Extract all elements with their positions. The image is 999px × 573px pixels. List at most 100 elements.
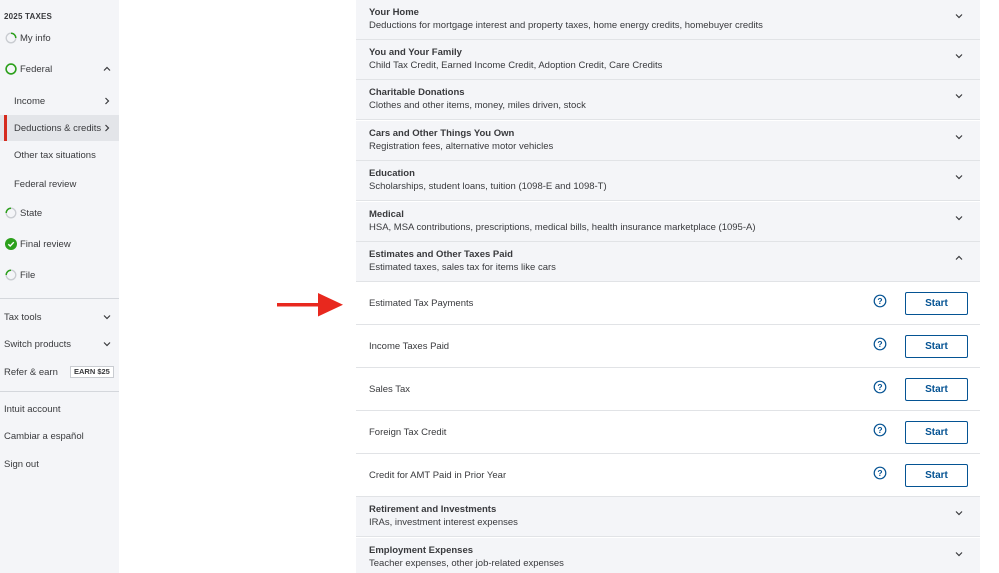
- item-estimated-tax-payments: Estimated Tax Payments ? Start: [356, 282, 980, 325]
- category-title: Charitable Donations: [369, 87, 465, 98]
- category-title: Retirement and Investments: [369, 504, 497, 515]
- chevron-down-icon: [955, 135, 963, 140]
- nav-federal-review-label: Federal review: [14, 178, 77, 190]
- start-button[interactable]: Start: [905, 378, 968, 401]
- nav-state-label: State: [20, 207, 43, 219]
- nav-deductions-credits-label: Deductions & credits: [14, 122, 102, 134]
- item-label: Income Taxes Paid: [369, 341, 450, 352]
- intuit-account-link[interactable]: Intuit account: [4, 404, 61, 415]
- nav-federal-label: Federal: [20, 63, 53, 75]
- chevron-down-icon: [103, 315, 111, 320]
- sidebar: 2025 TAXES My info Federal Income Deduct…: [0, 0, 119, 573]
- nav-tax-tools[interactable]: Tax tools: [0, 304, 119, 330]
- sidebar-divider: [0, 298, 119, 299]
- in-progress-icon: [5, 32, 17, 44]
- arrow-right-icon: [277, 293, 343, 317]
- category-description: Deductions for mortgage interest and pro…: [369, 20, 763, 31]
- chevron-down-icon: [955, 216, 963, 221]
- nav-other-tax-situations[interactable]: Other tax situations: [0, 142, 119, 168]
- question-circle-icon[interactable]: ?: [873, 380, 887, 394]
- language-switch-link[interactable]: Cambiar a español: [4, 431, 84, 442]
- category-title: Estimates and Other Taxes Paid: [369, 249, 513, 260]
- category-education[interactable]: Education Scholarships, student loans, t…: [356, 161, 980, 201]
- category-employment-expenses[interactable]: Employment Expenses Teacher expenses, ot…: [356, 538, 980, 573]
- question-circle-icon[interactable]: ?: [873, 337, 887, 351]
- item-income-taxes-paid: Income Taxes Paid ? Start: [356, 325, 980, 368]
- nav-file-label: File: [20, 269, 36, 281]
- in-progress-icon: [5, 269, 17, 281]
- item-credit-for-amt: Credit for AMT Paid in Prior Year ? Star…: [356, 454, 980, 497]
- category-medical[interactable]: Medical HSA, MSA contributions, prescrip…: [356, 202, 980, 242]
- chevron-down-icon: [955, 94, 963, 99]
- sign-out-link[interactable]: Sign out: [4, 459, 39, 470]
- nav-switch-products-label: Switch products: [4, 338, 72, 350]
- svg-text:?: ?: [877, 296, 882, 306]
- in-progress-icon: [5, 207, 17, 219]
- category-title: Cars and Other Things You Own: [369, 128, 515, 139]
- chevron-up-icon: [955, 255, 963, 260]
- item-label: Estimated Tax Payments: [369, 298, 474, 309]
- question-circle-icon[interactable]: ?: [873, 423, 887, 437]
- category-description: IRAs, investment interest expenses: [369, 517, 518, 528]
- svg-text:?: ?: [877, 468, 882, 478]
- category-you-and-your-family[interactable]: You and Your Family Child Tax Credit, Ea…: [356, 40, 980, 80]
- category-title: Your Home: [369, 7, 419, 18]
- item-label: Credit for AMT Paid in Prior Year: [369, 470, 507, 481]
- chevron-down-icon: [955, 54, 963, 59]
- nav-income[interactable]: Income: [0, 88, 119, 114]
- svg-text:?: ?: [877, 339, 882, 349]
- question-circle-icon[interactable]: ?: [873, 466, 887, 480]
- category-title: Education: [369, 168, 415, 179]
- nav-federal[interactable]: Federal: [0, 56, 119, 82]
- category-description: HSA, MSA contributions, prescriptions, m…: [369, 222, 756, 233]
- chevron-down-icon: [955, 552, 963, 557]
- tax-year-label: 2025 TAXES: [4, 12, 53, 21]
- nav-other-tax-situations-label: Other tax situations: [14, 149, 96, 161]
- item-label: Foreign Tax Credit: [369, 427, 447, 438]
- nav-income-label: Income: [14, 95, 46, 107]
- category-title: Employment Expenses: [369, 545, 474, 556]
- category-description: Teacher expenses, other job-related expe…: [369, 558, 564, 569]
- category-cars-and-other-things[interactable]: Cars and Other Things You Own Registrati…: [356, 121, 980, 161]
- nav-final-review-label: Final review: [20, 238, 71, 250]
- chevron-up-icon: [103, 66, 111, 71]
- category-estimates-and-other-taxes-paid[interactable]: Estimates and Other Taxes Paid Estimated…: [356, 242, 980, 282]
- category-description: Scholarships, student loans, tuition (10…: [369, 181, 607, 192]
- chevron-right-icon: [105, 124, 110, 132]
- nav-state[interactable]: State: [0, 200, 119, 226]
- start-button[interactable]: Start: [905, 421, 968, 444]
- svg-text:?: ?: [877, 425, 882, 435]
- start-button[interactable]: Start: [905, 464, 968, 487]
- earn-badge[interactable]: EARN $25: [70, 366, 114, 378]
- nav-my-info[interactable]: My info: [0, 25, 119, 51]
- open-circle-icon: [5, 63, 17, 75]
- nav-deductions-credits[interactable]: Deductions & credits: [0, 115, 119, 141]
- category-description: Estimated taxes, sales tax for items lik…: [369, 262, 556, 273]
- item-sales-tax: Sales Tax ? Start: [356, 368, 980, 411]
- nav-federal-review[interactable]: Federal review: [0, 171, 119, 197]
- chevron-down-icon: [955, 175, 963, 180]
- category-description: Child Tax Credit, Earned Income Credit, …: [369, 60, 663, 71]
- sidebar-divider: [0, 391, 119, 392]
- category-retirement-and-investments[interactable]: Retirement and Investments IRAs, investm…: [356, 497, 980, 537]
- item-foreign-tax-credit: Foreign Tax Credit ? Start: [356, 411, 980, 454]
- category-description: Registration fees, alternative motor veh…: [369, 141, 554, 152]
- chevron-down-icon: [955, 14, 963, 19]
- category-charitable-donations[interactable]: Charitable Donations Clothes and other i…: [356, 80, 980, 120]
- item-label: Sales Tax: [369, 384, 411, 395]
- nav-my-info-label: My info: [20, 32, 51, 44]
- category-title: Medical: [369, 209, 404, 220]
- question-circle-icon[interactable]: ?: [873, 294, 887, 308]
- svg-text:?: ?: [877, 382, 882, 392]
- chevron-right-icon: [105, 97, 110, 105]
- start-button[interactable]: Start: [905, 335, 968, 358]
- deductions-accordion: Your Home Deductions for mortgage intere…: [356, 0, 980, 573]
- category-title: You and Your Family: [369, 47, 462, 58]
- category-your-home[interactable]: Your Home Deductions for mortgage intere…: [356, 0, 980, 40]
- nav-final-review[interactable]: Final review: [0, 231, 119, 257]
- nav-switch-products[interactable]: Switch products: [0, 331, 119, 357]
- start-button[interactable]: Start: [905, 292, 968, 315]
- category-description: Clothes and other items, money, miles dr…: [369, 100, 586, 111]
- chevron-down-icon: [103, 342, 111, 347]
- nav-file[interactable]: File: [0, 262, 119, 288]
